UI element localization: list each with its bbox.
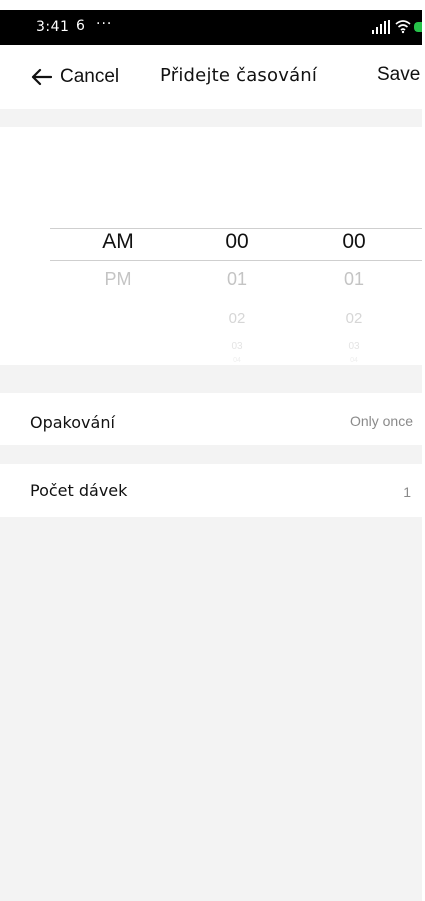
wifi-icon <box>395 20 411 34</box>
dose-count-row[interactable]: Počet dávek 1 <box>0 464 425 517</box>
minute-option[interactable]: 03 <box>314 341 394 352</box>
signal-icon <box>372 20 390 34</box>
back-arrow-icon <box>31 68 52 86</box>
app-screen: 3:41 6 ··· Cancel Přidejte časování Save <box>0 0 425 901</box>
hour-option[interactable]: 01 <box>197 269 277 290</box>
section-divider <box>0 365 425 393</box>
cancel-button[interactable]: Cancel <box>30 60 119 94</box>
screenshot-top-margin <box>0 0 425 10</box>
more-notifications-icon: ··· <box>96 16 113 32</box>
repeat-value: Only once <box>349 413 413 429</box>
status-bar: 3:41 6 ··· <box>0 10 425 45</box>
minute-option[interactable]: 02 <box>314 310 394 327</box>
period-wheel[interactable]: AM PM <box>78 127 158 365</box>
dose-count-value: 1 <box>403 484 411 500</box>
period-option-selected[interactable]: AM <box>78 230 158 254</box>
section-divider <box>0 109 425 127</box>
hour-option[interactable]: 02 <box>197 310 277 327</box>
section-divider <box>0 445 425 464</box>
save-button[interactable]: Save <box>377 64 420 86</box>
minute-option[interactable]: 01 <box>314 269 394 290</box>
minute-option[interactable]: 04 <box>314 357 394 364</box>
hour-wheel[interactable]: 00 01 02 03 04 <box>197 127 277 365</box>
repeat-label: Opakování <box>30 413 115 432</box>
hour-option[interactable]: 04 <box>197 357 277 364</box>
minute-wheel[interactable]: 00 01 02 03 04 <box>314 127 394 365</box>
minute-option-selected[interactable]: 00 <box>314 230 394 254</box>
repeat-row[interactable]: Opakování Only once <box>0 393 425 445</box>
status-time: 3:41 <box>36 19 70 35</box>
page-title: Přidejte časování <box>160 65 318 86</box>
app-header: Cancel Přidejte časování Save <box>0 45 425 109</box>
dose-count-label: Počet dávek <box>30 481 128 500</box>
hour-option[interactable]: 03 <box>197 341 277 352</box>
cancel-label: Cancel <box>60 66 120 87</box>
notification-icon: 6 <box>76 18 85 34</box>
time-picker: AM PM 00 01 02 03 04 00 01 02 03 04 <box>0 127 425 365</box>
hour-option-selected[interactable]: 00 <box>197 230 277 254</box>
period-option[interactable]: PM <box>78 269 158 290</box>
